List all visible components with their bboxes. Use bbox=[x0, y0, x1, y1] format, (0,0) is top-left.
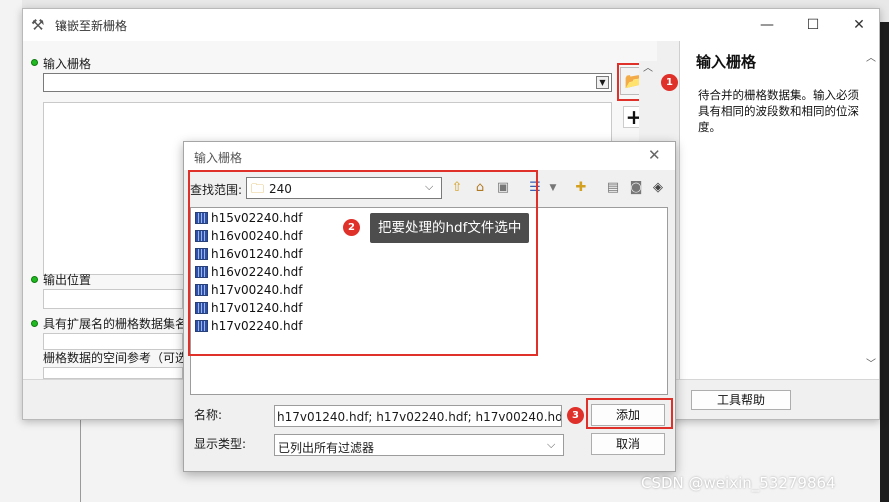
close-button[interactable]: ✕ bbox=[839, 13, 879, 37]
add-rasters-dialog: 输入栅格 ✕ 查找范围: 🗀 240 ⌵ ⇧ ⌂ ▣ ☰ ▼ ✚ ▤ ◙ ◈ h… bbox=[183, 141, 676, 472]
output-location-field[interactable] bbox=[43, 289, 183, 309]
dialog-close-button[interactable]: ✕ bbox=[648, 146, 661, 164]
file-type-value: 已列出所有过滤器 bbox=[278, 441, 375, 455]
catalog-icon[interactable]: ▤ bbox=[604, 179, 622, 197]
annotation-badge-2: 2 bbox=[343, 219, 360, 236]
spatial-reference-field[interactable] bbox=[43, 367, 183, 379]
input-rasters-combobox[interactable]: ▼ bbox=[43, 73, 612, 92]
file-type-combobox[interactable]: 已列出所有过滤器 ⌵ bbox=[274, 434, 564, 456]
help-scroll-up-icon[interactable]: ︿ bbox=[864, 49, 878, 64]
annotation-box-files bbox=[188, 170, 538, 356]
maximize-button[interactable]: ☐ bbox=[793, 13, 833, 37]
required-bullet-icon bbox=[31, 276, 38, 283]
annotation-tooltip: 把要处理的hdf文件选中 bbox=[370, 213, 530, 243]
hammer-icon: ⚒ bbox=[31, 16, 45, 34]
chevron-down-icon[interactable]: ⌵ bbox=[547, 438, 555, 452]
help-scroll-down-icon[interactable]: ﹀ bbox=[864, 355, 878, 370]
scroll-up-icon[interactable]: ︿ bbox=[641, 59, 655, 74]
dataset-name-field[interactable] bbox=[43, 333, 183, 350]
view-menu-chevron-icon[interactable]: ▼ bbox=[544, 179, 562, 197]
annotation-badge-1: 1 bbox=[661, 74, 678, 91]
dataset-name-label: 具有扩展名的栅格数据集名 bbox=[43, 317, 188, 331]
chevron-down-icon[interactable]: ▼ bbox=[596, 76, 609, 89]
toolbox-icon[interactable]: ◈ bbox=[649, 179, 667, 197]
new-folder-icon[interactable]: ✚ bbox=[572, 179, 590, 197]
file-name-input[interactable]: h17v01240.hdf; h17v02240.hdf; h17v00240.… bbox=[274, 405, 562, 427]
cancel-button[interactable]: 取消 bbox=[591, 433, 665, 455]
minimize-button[interactable]: — bbox=[747, 13, 787, 37]
output-location-label: 输出位置 bbox=[43, 273, 92, 287]
spatial-reference-label: 栅格数据的空间参考（可选） bbox=[43, 351, 200, 365]
background-divider bbox=[80, 420, 81, 502]
input-rasters-label: 输入栅格 bbox=[43, 57, 92, 71]
dialog-title: 输入栅格 bbox=[194, 151, 243, 165]
required-bullet-icon bbox=[31, 320, 38, 327]
watermark: CSDN @weixin_53279864 bbox=[641, 474, 836, 492]
annotation-badge-3: 3 bbox=[567, 407, 584, 424]
dialog-title-bar: 输入栅格 ✕ bbox=[184, 142, 675, 170]
help-text: 待合并的栅格数据集。输入必须具有相同的波段数和相同的位深度。 bbox=[698, 88, 859, 134]
window-title: 镶嵌至新栅格 bbox=[55, 19, 128, 33]
file-type-label: 显示类型: bbox=[194, 437, 247, 451]
annotation-box-add bbox=[586, 398, 673, 429]
name-label: 名称: bbox=[194, 408, 223, 422]
help-title: 输入栅格 bbox=[696, 53, 757, 71]
title-bar: ⚒ 镶嵌至新栅格 — ☐ ✕ bbox=[23, 9, 879, 41]
required-bullet-icon bbox=[31, 59, 38, 66]
database-icon[interactable]: ◙ bbox=[627, 179, 645, 197]
desktop-background-right bbox=[880, 22, 889, 502]
file-name-value: h17v01240.hdf; h17v02240.hdf; h17v00240.… bbox=[277, 410, 562, 424]
tool-help-button[interactable]: 工具帮助 bbox=[691, 390, 791, 410]
help-panel: 输入栅格 待合并的栅格数据集。输入必须具有相同的波段数和相同的位深度。 ︿ ﹀ bbox=[679, 41, 879, 379]
